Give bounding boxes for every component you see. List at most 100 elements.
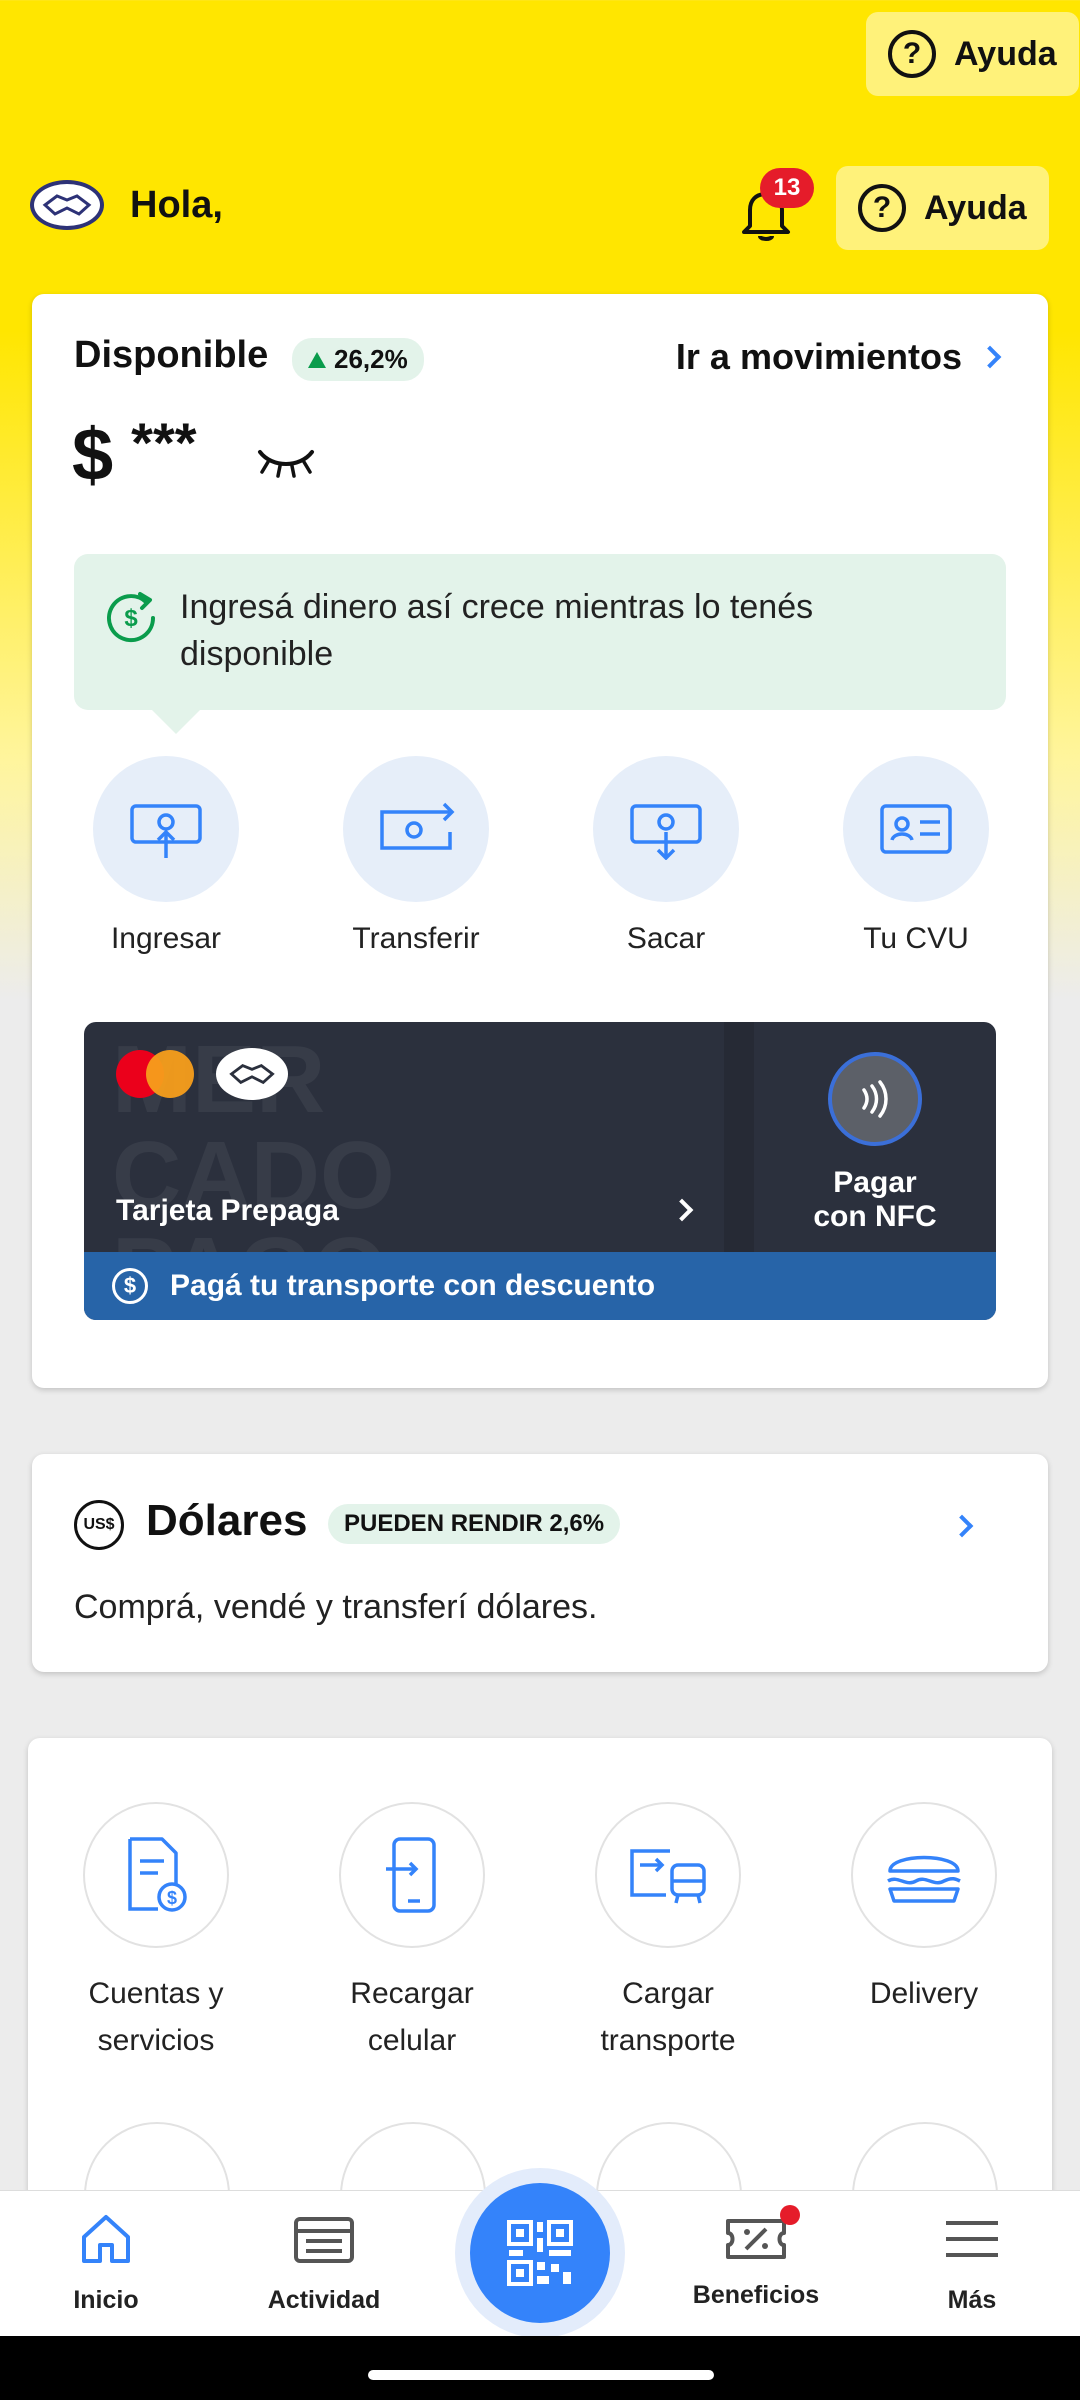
nav-actividad[interactable]: Actividad <box>224 2211 424 2315</box>
nav-mas-label: Más <box>947 2286 997 2314</box>
new-benefits-dot <box>780 2205 800 2225</box>
dollars-description: Comprá, vendé y transferí dólares. <box>74 1588 598 1626</box>
chevron-right-icon <box>670 1198 694 1222</box>
nav-beneficios-label: Beneficios <box>692 2281 820 2309</box>
balance-amount: $ *** <box>72 410 197 497</box>
burger-icon <box>887 1855 961 1903</box>
service-delivery-line1: Delivery <box>869 1977 979 2010</box>
transfer-icon <box>380 802 455 850</box>
handshake-icon <box>42 194 92 216</box>
movements-link[interactable]: Ir a movimientos <box>676 336 1002 378</box>
action-transferir-circle <box>343 756 489 902</box>
service-phone-line1: Recargar <box>350 1977 474 2010</box>
deposit-icon <box>130 804 202 858</box>
dollars-title: Dólares <box>146 1496 308 1545</box>
action-tu-cvu[interactable]: Tu CVU <box>826 756 1006 956</box>
dollars-yield-badge: PUEDEN RENDIR 2,6% <box>328 1504 621 1544</box>
service-phone-label: Recargar celular <box>312 1970 512 2064</box>
pay-nfc-button[interactable]: Pagar con NFC <box>754 1022 996 1252</box>
nfc-label: Pagar con NFC <box>754 1166 996 1234</box>
bill-icon: $ <box>128 1837 187 1912</box>
header-help-button[interactable]: ? Ayuda <box>836 166 1049 250</box>
action-transferir-label: Transferir <box>352 922 480 955</box>
home-icon <box>82 2215 130 2263</box>
tip-text: Ingresá dinero así crece mientras lo ten… <box>180 588 814 673</box>
nav-mas[interactable]: Más <box>872 2211 1072 2315</box>
action-sacar-circle <box>593 756 739 902</box>
service-phone-recharge[interactable]: Recargar celular <box>312 1802 512 2064</box>
available-title: Disponible <box>74 334 269 376</box>
nfc-label-line2: con NFC <box>813 1200 937 1233</box>
system-navigation-bar <box>0 2336 1080 2400</box>
service-delivery-label: Delivery <box>824 1970 1024 2017</box>
dollar-circle-icon: $ <box>112 1268 148 1304</box>
top-help-label: Ayuda <box>954 34 1057 73</box>
header-help-label: Ayuda <box>924 188 1027 227</box>
prepaid-card-label: Tarjeta Prepaga <box>116 1194 339 1227</box>
notifications-button[interactable]: 13 <box>734 168 824 252</box>
service-bills-line1: Cuentas y <box>88 1977 224 2010</box>
svg-text:$: $ <box>167 1888 177 1908</box>
service-bills-label: Cuentas y servicios <box>56 1970 256 2064</box>
qr-scan-button[interactable] <box>455 2168 625 2338</box>
service-transport[interactable]: Cargar transporte <box>568 1802 768 2064</box>
balance-card: Disponible 26,2% Ir a movimientos $ *** $… <box>32 294 1048 1388</box>
service-transport-line2: transporte <box>600 2024 736 2057</box>
nfc-icon <box>862 1080 888 1118</box>
notification-badge: 13 <box>760 168 814 208</box>
action-ingresar[interactable]: Ingresar <box>76 756 256 956</box>
transport-card-icon <box>630 1849 706 1904</box>
closed-eye-icon <box>258 450 314 478</box>
service-delivery[interactable]: Delivery <box>824 1802 1024 2017</box>
menu-icon <box>946 2221 998 2257</box>
action-ingresar-label: Ingresar <box>110 922 222 955</box>
nav-beneficios[interactable]: Beneficios <box>656 2205 856 2310</box>
service-phone-line2: celular <box>367 2024 457 2057</box>
service-transport-circle <box>595 1802 741 1948</box>
action-cvu-circle <box>843 756 989 902</box>
transport-promo-bar[interactable]: $ Pagá tu transporte con descuento <box>84 1252 996 1320</box>
home-indicator[interactable] <box>368 2370 714 2380</box>
help-icon: ? <box>888 30 936 78</box>
top-help-button[interactable]: ? Ayuda <box>866 12 1079 96</box>
nfc-divider <box>724 1022 754 1252</box>
mercado-pago-logo <box>30 180 104 230</box>
service-delivery-circle <box>851 1802 997 1948</box>
activity-icon <box>294 2217 354 2263</box>
greeting: Hola, <box>130 184 223 226</box>
help-icon: ? <box>858 184 906 232</box>
grow-money-tip[interactable]: $ Ingresá dinero así crece mientras lo t… <box>74 554 1006 734</box>
service-transport-label: Cargar transporte <box>568 1970 768 2064</box>
withdraw-icon <box>630 804 702 860</box>
mastercard-icon <box>116 1050 194 1098</box>
money-growth-icon: $ <box>107 592 156 643</box>
action-sacar[interactable]: Sacar <box>576 756 756 956</box>
service-phone-circle <box>339 1802 485 1948</box>
yield-value: 26,2% <box>334 344 408 374</box>
hidden-amount: *** <box>131 411 197 474</box>
phone-recharge-icon <box>386 1837 436 1913</box>
coupon-icon-wrap <box>724 2205 800 2267</box>
nav-inicio[interactable]: Inicio <box>6 2211 206 2315</box>
mercado-pago-card-logo <box>216 1048 288 1100</box>
chevron-right-icon <box>978 345 1002 369</box>
service-bills[interactable]: $ Cuentas y servicios <box>56 1802 256 2064</box>
nav-inicio-label: Inicio <box>73 2286 139 2314</box>
up-arrow-icon <box>308 351 326 368</box>
usd-icon: US$ <box>74 1500 124 1550</box>
handshake-icon <box>229 1064 275 1085</box>
nfc-label-line1: Pagar <box>833 1166 917 1199</box>
action-ingresar-circle <box>93 756 239 902</box>
coupon-icon <box>726 2219 786 2259</box>
dollars-card[interactable]: US$ Dólares PUEDEN RENDIR 2,6% Comprá, v… <box>32 1454 1048 1672</box>
service-bills-circle: $ <box>83 1802 229 1948</box>
nfc-circle <box>828 1052 922 1146</box>
action-cvu-label: Tu CVU <box>863 922 969 955</box>
service-bills-line2: servicios <box>97 2024 215 2057</box>
svg-text:$: $ <box>124 605 138 632</box>
id-card-icon <box>880 804 952 854</box>
toggle-visibility-button[interactable] <box>254 444 324 484</box>
action-transferir[interactable]: Transferir <box>326 756 506 956</box>
prepaid-card-button[interactable]: Tarjeta Prepaga <box>84 1022 724 1252</box>
nav-actividad-label: Actividad <box>267 2286 381 2314</box>
